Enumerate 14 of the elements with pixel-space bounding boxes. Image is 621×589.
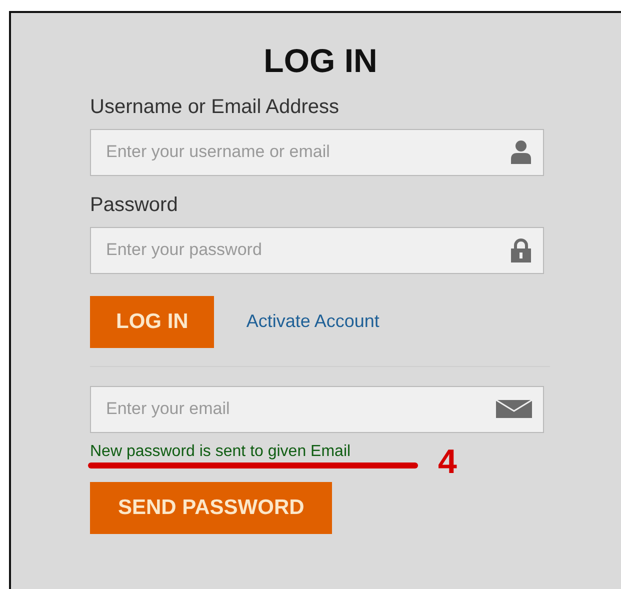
success-message: New password is sent to given Email [90,442,352,460]
envelope-icon [496,400,532,418]
field-label: Password [90,192,178,217]
username-field[interactable]: Enter your username or email [90,128,544,176]
user-icon [510,140,532,164]
send-password-button[interactable]: SEND PASSWORD [90,482,332,534]
annotation-number: 4 [438,444,457,479]
lock-icon [510,238,532,263]
field-label: Username or Email Address [90,94,339,119]
activate-account-link[interactable]: Activate Account [246,308,380,336]
login-button[interactable]: LOG IN [90,296,214,348]
password-field[interactable]: Enter your password [90,226,544,274]
email-field[interactable]: Enter your email [90,386,544,433]
page-title: LOG IN [262,41,378,81]
